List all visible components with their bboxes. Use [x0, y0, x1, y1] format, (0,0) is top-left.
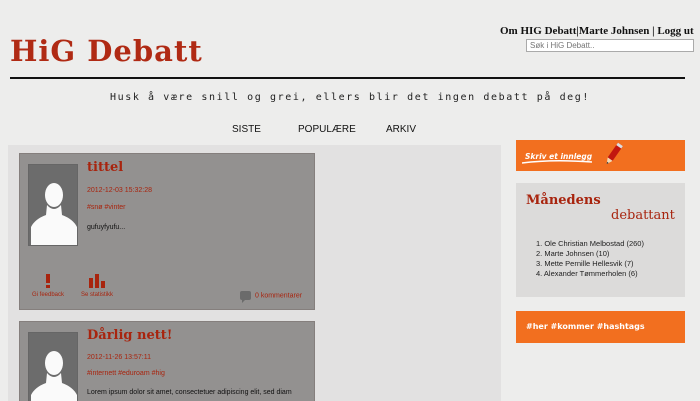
month-subtitle: debattant: [611, 208, 675, 223]
post-excerpt: Lorem ipsum dolor sit amet, consectetuer…: [87, 389, 292, 396]
user-link[interactable]: Marte Johnsen: [579, 25, 650, 37]
post-card[interactable]: tittel 2012-12-03 15:32:28 #snø #vinter …: [19, 153, 315, 310]
post-tags[interactable]: #internett #eduroam #hig: [87, 370, 165, 377]
debater-list: 1. Ole Christian Melbostad (260) 2. Mart…: [536, 239, 644, 279]
top-links: Om HIG Debatt|Marte Johnsen | Logg ut: [500, 25, 694, 37]
hashtag-box: #her #kommer #hashtags: [516, 311, 685, 343]
nav-item-populaere[interactable]: POPULÆRE: [298, 124, 356, 135]
about-link[interactable]: Om HIG Debatt: [500, 25, 576, 37]
statistics-button[interactable]: Se statistikk: [81, 274, 113, 298]
site-title[interactable]: HiG Debatt: [10, 34, 203, 68]
statistics-label: Se statistikk: [81, 292, 114, 298]
list-item[interactable]: 2. Marte Johnsen (10): [536, 249, 644, 259]
post-tags[interactable]: #snø #vinter: [87, 204, 126, 211]
feedback-label: Gi feedback: [32, 292, 65, 298]
logout-link[interactable]: Logg ut: [657, 25, 693, 37]
nav-item-arkiv[interactable]: ARKIV: [386, 124, 416, 135]
month-debater-box: Månedens debattant 1. Ole Christian Melb…: [516, 183, 685, 297]
header-divider: [10, 77, 685, 79]
list-item[interactable]: 3. Mette Pernille Hellesvik (7): [536, 259, 644, 269]
nav-item-siste[interactable]: SISTE: [232, 124, 261, 135]
avatar: [28, 332, 78, 401]
underline-swoosh-icon: [522, 159, 592, 164]
pencil-icon: [606, 142, 623, 165]
user-silhouette-icon: [29, 333, 77, 401]
post-excerpt: gufuyfyufu...: [87, 224, 126, 231]
write-post-button[interactable]: Skriv et innlegg: [516, 140, 685, 171]
list-item[interactable]: 1. Ole Christian Melbostad (260): [536, 239, 644, 249]
post-card[interactable]: Dårlig nett! 2012-11-26 13:57:11 #intern…: [19, 321, 315, 401]
hashtags-text[interactable]: #her #kommer #hashtags: [526, 322, 645, 331]
post-title[interactable]: Dårlig nett!: [87, 328, 172, 343]
avatar: [28, 164, 78, 246]
post-title[interactable]: tittel: [87, 160, 123, 175]
feedback-button[interactable]: Gi feedback: [32, 274, 64, 298]
comments-link[interactable]: 0 kommentarer: [240, 291, 303, 303]
exclamation-icon: [46, 274, 51, 288]
post-date: 2012-11-26 13:57:11: [87, 354, 151, 361]
tagline: Husk å være snill og grei, ellers blir d…: [109, 92, 591, 103]
user-silhouette-icon: [29, 165, 77, 245]
comments-count: 0 kommentarer: [255, 292, 303, 300]
post-date: 2012-12-03 15:32:28: [87, 187, 152, 194]
search-input[interactable]: [526, 39, 694, 52]
comment-bubble-icon: [240, 291, 251, 303]
bar-chart-icon: [89, 274, 105, 288]
month-title: Månedens: [526, 193, 601, 208]
list-item[interactable]: 4. Alexander Tømmerholen (6): [536, 269, 644, 279]
